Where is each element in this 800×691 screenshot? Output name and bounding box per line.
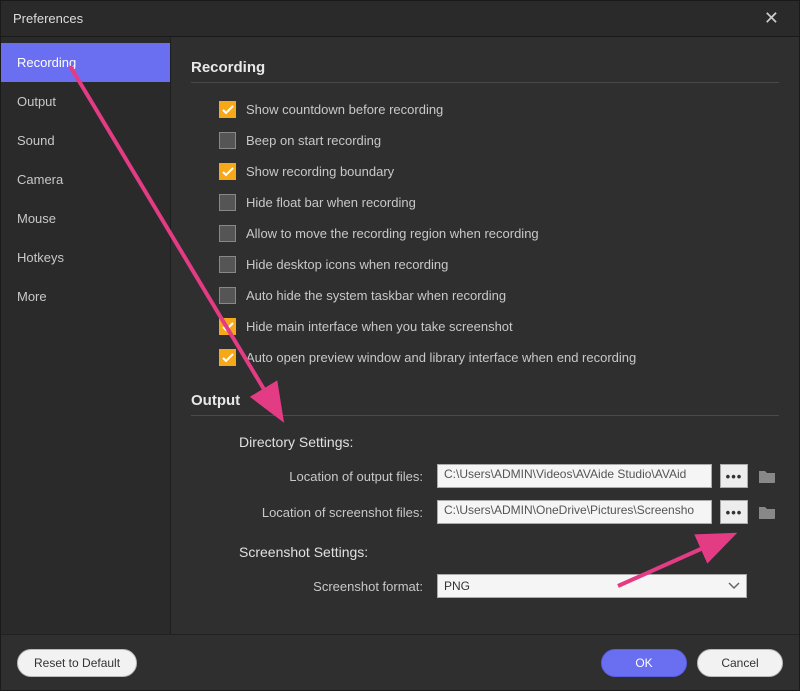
checkbox-label: Allow to move the recording region when … (246, 226, 539, 241)
checkbox-label: Beep on start recording (246, 133, 381, 148)
window-title: Preferences (13, 11, 756, 26)
ok-button[interactable]: OK (601, 649, 687, 677)
reset-to-default-button[interactable]: Reset to Default (17, 649, 137, 677)
recording-option-row: Allow to move the recording region when … (219, 225, 779, 242)
browse-screenshot-button[interactable]: ••• (720, 500, 748, 524)
recording-option-row: Beep on start recording (219, 132, 779, 149)
checkbox[interactable] (219, 349, 236, 366)
open-output-folder-icon[interactable] (756, 467, 778, 485)
recording-option-row: Hide desktop icons when recording (219, 256, 779, 273)
sidebar-item-camera[interactable]: Camera (1, 160, 170, 199)
sidebar-item-more[interactable]: More (1, 277, 170, 316)
cancel-button[interactable]: Cancel (697, 649, 783, 677)
close-icon[interactable]: ✕ (756, 4, 787, 33)
recording-option-row: Auto hide the system taskbar when record… (219, 287, 779, 304)
checkbox[interactable] (219, 163, 236, 180)
screenshot-files-label: Location of screenshot files: (239, 505, 429, 520)
sidebar-item-mouse[interactable]: Mouse (1, 199, 170, 238)
sidebar: Recording Output Sound Camera Mouse Hotk… (1, 37, 171, 634)
checkbox-label: Hide desktop icons when recording (246, 257, 448, 272)
sidebar-item-recording[interactable]: Recording (1, 43, 170, 82)
screenshot-format-row: Screenshot format: PNG (239, 574, 779, 598)
footer: Reset to Default OK Cancel (1, 634, 799, 690)
sidebar-item-sound[interactable]: Sound (1, 121, 170, 160)
recording-option-row: Hide main interface when you take screen… (219, 318, 779, 335)
open-screenshot-folder-icon[interactable] (756, 503, 778, 521)
chevron-down-icon (728, 579, 740, 593)
checkbox-label: Hide main interface when you take screen… (246, 319, 513, 334)
screenshot-settings-heading: Screenshot Settings: (239, 544, 779, 560)
screenshot-format-value: PNG (444, 579, 470, 593)
content-pane: Recording Show countdown before recordin… (171, 37, 799, 634)
screenshot-format-select[interactable]: PNG (437, 574, 747, 598)
recording-option-row: Auto open preview window and library int… (219, 349, 779, 366)
checkbox-label: Show recording boundary (246, 164, 394, 179)
recording-option-row: Show recording boundary (219, 163, 779, 180)
checkbox[interactable] (219, 318, 236, 335)
checkbox-label: Auto open preview window and library int… (246, 350, 636, 365)
screenshot-format-label: Screenshot format: (239, 579, 429, 594)
title-bar: Preferences ✕ (1, 1, 799, 37)
checkbox-label: Hide float bar when recording (246, 195, 416, 210)
recording-option-row: Show countdown before recording (219, 101, 779, 118)
checkbox-label: Auto hide the system taskbar when record… (246, 288, 506, 303)
sidebar-item-hotkeys[interactable]: Hotkeys (1, 238, 170, 277)
output-files-input[interactable]: C:\Users\ADMIN\Videos\AVAide Studio\AVAi… (437, 464, 712, 488)
checkbox[interactable] (219, 132, 236, 149)
output-files-label: Location of output files: (239, 469, 429, 484)
screenshot-files-input[interactable]: C:\Users\ADMIN\OneDrive\Pictures\Screens… (437, 500, 712, 524)
section-title-recording: Recording (191, 59, 779, 83)
section-title-output: Output (191, 392, 779, 416)
checkbox[interactable] (219, 194, 236, 211)
checkbox[interactable] (219, 287, 236, 304)
screenshot-files-row: Location of screenshot files: C:\Users\A… (239, 500, 779, 524)
browse-output-button[interactable]: ••• (720, 464, 748, 488)
checkbox[interactable] (219, 225, 236, 242)
recording-option-row: Hide float bar when recording (219, 194, 779, 211)
output-files-row: Location of output files: C:\Users\ADMIN… (239, 464, 779, 488)
checkbox-label: Show countdown before recording (246, 102, 443, 117)
checkbox[interactable] (219, 101, 236, 118)
directory-settings-heading: Directory Settings: (239, 434, 779, 450)
sidebar-item-output[interactable]: Output (1, 82, 170, 121)
checkbox[interactable] (219, 256, 236, 273)
